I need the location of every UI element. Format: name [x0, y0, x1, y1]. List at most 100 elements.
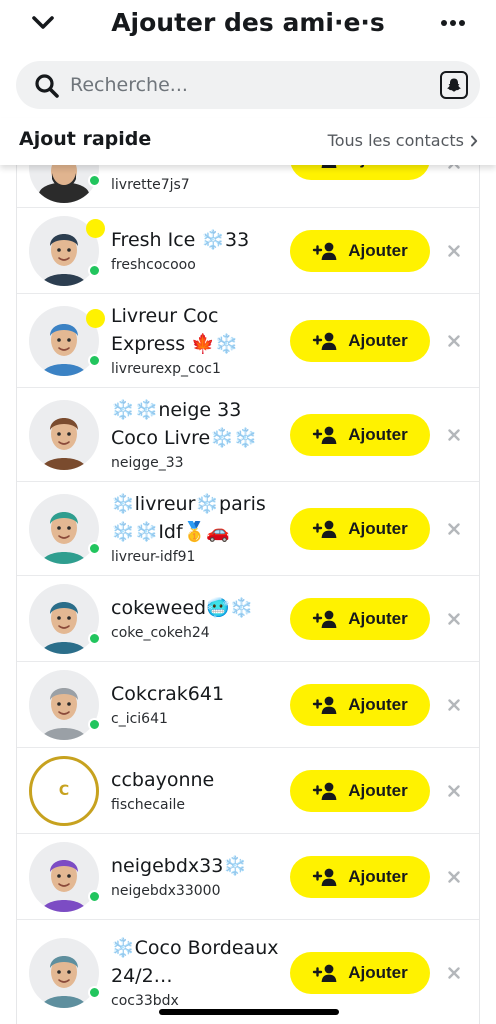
close-icon[interactable] — [445, 696, 463, 714]
user-info: neigebdx33❄️ neigebdx33000 — [111, 852, 287, 902]
add-button-label: Ajouter — [348, 781, 408, 800]
user-info: Cokcrak641 c_ici641 — [111, 680, 287, 730]
add-user-icon — [313, 426, 337, 444]
add-button-label: Ajouter — [348, 609, 408, 628]
add-user-icon — [313, 242, 337, 260]
avatar-initial[interactable]: C — [29, 756, 99, 826]
close-icon[interactable] — [445, 520, 463, 538]
user-info: ❄️livreur❄️paris ❄️❄️Idf🥇🚗 livreur-idf91 — [111, 490, 287, 568]
close-icon[interactable] — [445, 610, 463, 628]
add-button-label: Ajouter — [348, 331, 408, 350]
story-indicator-dot — [86, 219, 105, 238]
avatar[interactable] — [29, 584, 99, 654]
add-friend-button[interactable]: Ajouter — [290, 508, 430, 550]
close-icon[interactable] — [445, 426, 463, 444]
add-user-icon — [313, 696, 337, 714]
close-icon[interactable] — [445, 782, 463, 800]
display-name: ❄️livreur❄️paris ❄️❄️Idf🥇🚗 — [111, 493, 266, 543]
username: c_ici641 — [111, 711, 168, 727]
username: livreur-idf91 — [111, 549, 196, 565]
display-name: ❄️❄️neige 33 Coco Livre❄️❄️ — [111, 399, 258, 449]
add-button-label: Ajouter — [348, 963, 408, 982]
all-contacts-link[interactable]: Tous les contacts — [328, 131, 478, 150]
online-status-dot — [88, 986, 101, 999]
search-bar — [16, 61, 480, 109]
username: neigebdx33000 — [111, 883, 221, 899]
list-item: ❄️livreur❄️paris ❄️❄️Idf🥇🚗 livreur-idf91 A… — [17, 482, 479, 576]
close-icon[interactable] — [445, 332, 463, 350]
add-friend-button[interactable]: Ajouter — [290, 770, 430, 812]
list-item: Livreur Coc Express 🍁❄️ livreurexp_coc1 Aj… — [17, 294, 479, 388]
add-button-label: Ajouter — [348, 425, 408, 444]
quick-add-list: livrette7js7 Ajouter Fresh Ice ❄️33 fresh… — [16, 118, 480, 1024]
list-item: cokeweed🥶❄️ coke_cokeh24 Ajouter — [17, 576, 479, 662]
list-item: Cokcrak641 c_ici641 Ajouter — [17, 662, 479, 748]
user-info: ❄️Coco Bordeaux 24/2… coc33bdx — [111, 934, 287, 1012]
user-info: livrette7js7 — [111, 174, 287, 196]
close-icon[interactable] — [445, 868, 463, 886]
avatar[interactable] — [29, 400, 99, 470]
add-friend-button[interactable]: Ajouter — [290, 856, 430, 898]
display-name: neigebdx33❄️ — [111, 855, 247, 877]
list-item: Fresh Ice ❄️33 freshcocooo Ajouter — [17, 208, 479, 294]
user-info: Livreur Coc Express 🍁❄️ livreurexp_coc1 — [111, 302, 287, 380]
username: coke_cokeh24 — [111, 625, 210, 641]
all-contacts-label: Tous les contacts — [327, 131, 464, 150]
add-user-icon — [313, 332, 337, 350]
add-button-label: Ajouter — [348, 241, 408, 260]
username: fischecaile — [111, 797, 185, 813]
page-title: Ajouter des ami·e·s — [111, 8, 385, 37]
user-info: ccbayonne fischecaile — [111, 766, 287, 816]
add-button-label: Ajouter — [348, 867, 408, 886]
online-status-dot — [88, 542, 101, 555]
quick-add-header: Ajout rapide Tous les contacts — [0, 118, 496, 165]
list-item: neigebdx33❄️ neigebdx33000 Ajouter — [17, 834, 479, 920]
add-friend-button[interactable]: Ajouter — [290, 952, 430, 994]
search-input[interactable] — [70, 69, 430, 101]
online-status-dot — [88, 632, 101, 645]
user-info: cokeweed🥶❄️ coke_cokeh24 — [111, 594, 287, 644]
display-name: ccbayonne — [111, 769, 215, 791]
user-info: Fresh Ice ❄️33 freshcocooo — [111, 226, 287, 276]
add-button-label: Ajouter — [348, 519, 408, 538]
add-friend-button[interactable]: Ajouter — [290, 230, 430, 272]
search-icon — [34, 73, 60, 99]
home-indicator — [159, 1009, 339, 1015]
username: freshcocooo — [111, 257, 196, 273]
snapcode-icon[interactable] — [440, 71, 468, 99]
add-user-icon — [313, 520, 337, 538]
display-name: ❄️Coco Bordeaux 24/2… — [111, 937, 279, 987]
avatar[interactable] — [29, 842, 99, 912]
online-status-dot — [88, 718, 101, 731]
display-name: Fresh Ice ❄️33 — [111, 229, 250, 251]
more-dots-icon[interactable] — [438, 10, 468, 36]
add-friend-button[interactable]: Ajouter — [290, 320, 430, 362]
avatar[interactable] — [29, 938, 99, 1008]
chevron-down-icon[interactable] — [28, 8, 58, 38]
add-user-icon — [313, 868, 337, 886]
username: neigge_33 — [111, 455, 184, 471]
add-user-icon — [313, 964, 337, 982]
username: livreurexp_coc1 — [111, 361, 221, 377]
online-status-dot — [88, 354, 101, 367]
online-status-dot — [88, 264, 101, 277]
add-user-icon — [313, 610, 337, 628]
section-title: Ajout rapide — [19, 128, 152, 150]
story-indicator-dot — [86, 309, 105, 328]
add-friend-button[interactable]: Ajouter — [290, 598, 430, 640]
display-name: Cokcrak641 — [111, 683, 225, 705]
list-item: Cccbayonne fischecaile Ajouter — [17, 748, 479, 834]
close-icon[interactable] — [445, 964, 463, 982]
close-icon[interactable] — [445, 242, 463, 260]
online-status-dot — [88, 174, 101, 187]
display-name: Livreur Coc Express 🍁❄️ — [111, 305, 239, 355]
list-item: ❄️❄️neige 33 Coco Livre❄️❄️ neigge_33 Ajou… — [17, 388, 479, 482]
avatar[interactable] — [29, 494, 99, 564]
add-friend-button[interactable]: Ajouter — [290, 684, 430, 726]
add-user-icon — [313, 782, 337, 800]
avatar[interactable] — [29, 670, 99, 740]
add-friend-button[interactable]: Ajouter — [290, 414, 430, 456]
avatar-initial-letter: C — [58, 783, 70, 799]
add-button-label: Ajouter — [348, 695, 408, 714]
user-info: ❄️❄️neige 33 Coco Livre❄️❄️ neigge_33 — [111, 396, 287, 474]
